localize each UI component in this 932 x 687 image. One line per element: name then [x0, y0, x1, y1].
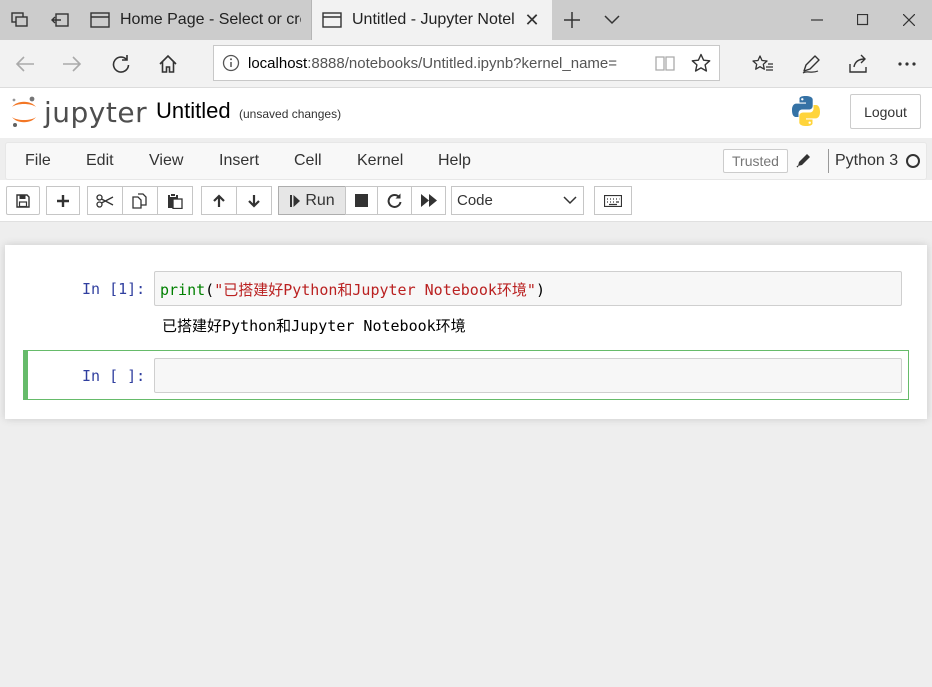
interrupt-kernel-button[interactable] — [345, 186, 378, 215]
favorite-star-icon[interactable] — [683, 53, 719, 73]
page-icon — [322, 12, 342, 28]
kernel-idle-indicator-icon — [906, 154, 920, 168]
code-paren-open: ( — [205, 281, 215, 299]
scissors-icon — [96, 193, 114, 208]
insert-cell-button[interactable] — [46, 186, 80, 215]
maximize-icon[interactable] — [840, 0, 886, 40]
url-host: localhost — [248, 54, 308, 72]
address-bar: localhost:8888/notebooks/Untitled.ipynb?… — [0, 40, 932, 88]
notebook-container: In [1]: print("已搭建好Python和Jupyter Notebo… — [5, 245, 927, 419]
url-text: localhost:8888/notebooks/Untitled.ipynb?… — [248, 55, 647, 72]
save-button[interactable] — [6, 186, 40, 215]
restart-icon — [387, 193, 402, 208]
paste-cell-button[interactable] — [157, 186, 193, 215]
refresh-icon[interactable] — [105, 48, 137, 80]
move-cell-down-button[interactable] — [236, 186, 272, 215]
kernel-name: Python 3 — [835, 152, 899, 169]
paste-icon — [168, 192, 183, 209]
jupyter-header: jupyter Untitled (unsaved changes) Logou… — [0, 88, 932, 138]
close-tab-icon[interactable]: ✕ — [522, 10, 542, 31]
menu-edit[interactable]: Edit — [86, 152, 114, 170]
code-string: "已搭建好Python和Jupyter Notebook环境" — [214, 281, 536, 299]
browser-tab-bar: Home Page - Select or creat Untitled - J… — [0, 0, 932, 40]
menu-cell[interactable]: Cell — [294, 152, 322, 170]
menu-kernel[interactable]: Kernel — [357, 152, 403, 170]
url-path: :8888/notebooks/Untitled.ipynb?kernel_na… — [307, 54, 618, 72]
save-status: (unsaved changes) — [239, 107, 342, 121]
menu-insert[interactable]: Insert — [219, 152, 259, 170]
jupyter-logo[interactable]: jupyter — [10, 95, 147, 129]
cell-type-select[interactable]: Code — [451, 186, 584, 215]
move-cell-up-button[interactable] — [201, 186, 237, 215]
tab-home-page[interactable]: Home Page - Select or creat — [80, 0, 312, 40]
page-icon — [90, 12, 110, 28]
arrow-up-icon — [213, 193, 225, 207]
menu-help[interactable]: Help — [438, 152, 471, 170]
url-field[interactable]: localhost:8888/notebooks/Untitled.ipynb?… — [213, 45, 720, 81]
copy-icon — [132, 192, 147, 209]
python-logo-icon — [789, 94, 823, 133]
site-info-icon[interactable] — [214, 54, 248, 72]
forward-arrow-icon[interactable] — [56, 48, 88, 80]
code-builtin: print — [160, 281, 206, 299]
tab-title: Untitled - Jupyter Notel — [352, 11, 515, 28]
code-cell-input-empty[interactable] — [154, 358, 902, 393]
restart-kernel-button[interactable] — [377, 186, 412, 215]
set-aside-tabs-icon[interactable] — [40, 0, 80, 40]
edit-mode-pencil-icon — [796, 152, 812, 173]
back-arrow-icon[interactable] — [9, 48, 41, 80]
cell-input-prompt: In [ ]: — [82, 367, 146, 385]
menu-view[interactable]: View — [149, 152, 183, 170]
tab-title: Home Page - Select or creat — [120, 11, 301, 28]
command-palette-button[interactable] — [594, 186, 632, 215]
run-cell-button[interactable]: Run — [278, 186, 346, 215]
notebook-toolbar: Run Code — [0, 180, 932, 222]
home-icon[interactable] — [152, 48, 184, 80]
arrow-down-icon — [248, 194, 260, 208]
stop-icon — [355, 194, 368, 207]
notebook-title[interactable]: Untitled — [156, 98, 231, 124]
new-tab-icon[interactable] — [552, 0, 592, 40]
code-cell-input[interactable]: print("已搭建好Python和Jupyter Notebook环境") — [154, 271, 902, 306]
reading-view-icon[interactable] — [647, 55, 683, 71]
jupyter-logo-text: jupyter — [44, 95, 148, 129]
favorites-hub-icon[interactable] — [747, 48, 779, 80]
tab-preview-chevron-icon[interactable] — [592, 0, 632, 40]
fast-forward-icon — [420, 194, 437, 207]
chevron-down-icon — [563, 196, 577, 205]
copy-cell-button[interactable] — [122, 186, 158, 215]
minimize-icon[interactable] — [794, 0, 840, 40]
cell-type-value: Code — [457, 192, 493, 209]
code-paren-close: ) — [535, 281, 545, 299]
cell-output-text: 已搭建好Python和Jupyter Notebook环境 — [162, 317, 466, 335]
notebook-menubar: File Edit View Insert Cell Kernel Help T… — [5, 142, 927, 180]
logout-button[interactable]: Logout — [850, 94, 921, 129]
plus-icon — [57, 194, 69, 207]
step-forward-icon — [290, 194, 301, 207]
cut-cell-button[interactable] — [87, 186, 123, 215]
keyboard-icon — [604, 194, 622, 207]
restart-run-all-button[interactable] — [411, 186, 446, 215]
run-label: Run — [305, 191, 335, 209]
tab-untitled-jupyter[interactable]: Untitled - Jupyter Notel ✕ — [312, 0, 552, 40]
cell-input-prompt: In [1]: — [82, 280, 146, 298]
code-line: print("已搭建好Python和Jupyter Notebook环境") — [160, 279, 545, 300]
trusted-badge[interactable]: Trusted — [723, 149, 788, 173]
web-note-pen-icon[interactable] — [795, 48, 827, 80]
close-window-icon[interactable] — [886, 0, 932, 40]
menu-file[interactable]: File — [25, 152, 51, 170]
kernel-separator — [828, 149, 829, 173]
share-icon[interactable] — [842, 48, 874, 80]
jupyter-logo-icon — [12, 96, 36, 127]
save-icon — [16, 193, 30, 208]
more-options-icon[interactable] — [891, 48, 923, 80]
tab-manager-icon[interactable] — [0, 0, 40, 40]
